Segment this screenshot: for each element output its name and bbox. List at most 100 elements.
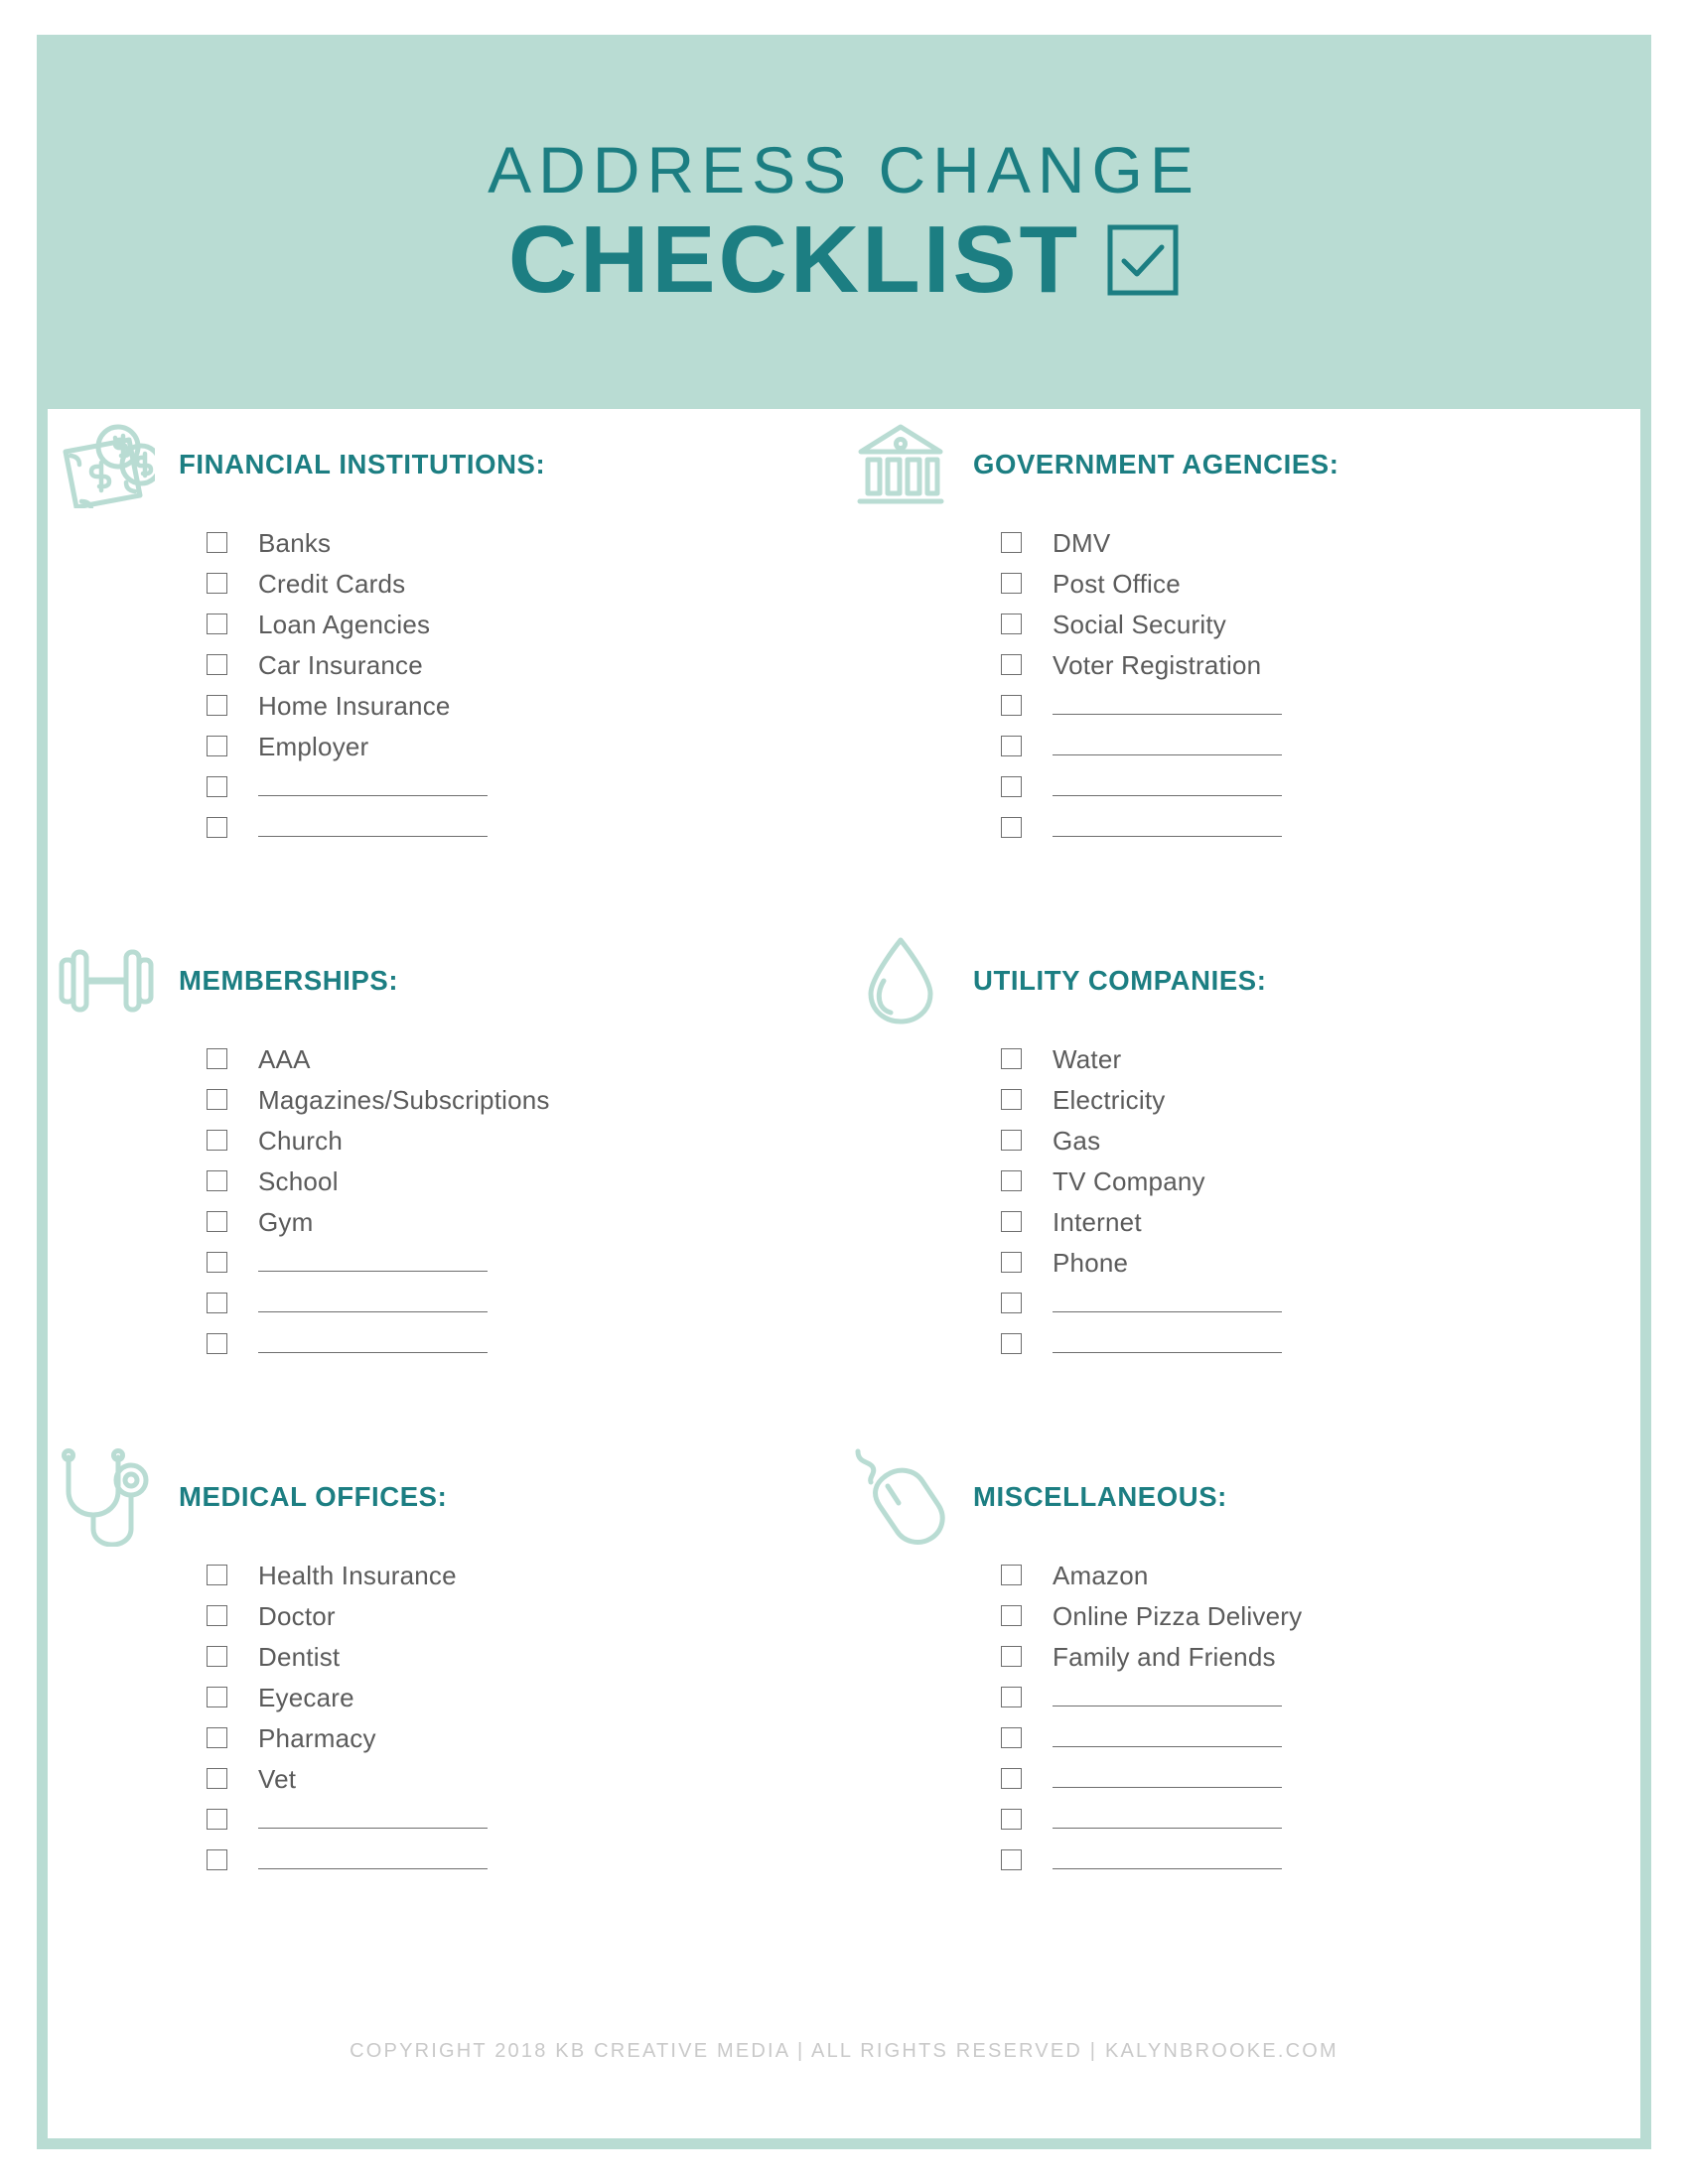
list-item-blank[interactable] <box>1001 685 1636 726</box>
write-in-line[interactable] <box>1053 1770 1282 1788</box>
write-in-line[interactable] <box>258 1295 488 1312</box>
list-item-blank[interactable] <box>1001 1677 1636 1717</box>
list-item[interactable]: Employer <box>207 726 842 766</box>
write-in-line[interactable] <box>1053 1729 1282 1747</box>
checkbox[interactable] <box>1001 1089 1022 1110</box>
list-item[interactable]: Banks <box>207 522 842 563</box>
list-item-blank[interactable] <box>207 1840 842 1880</box>
checkbox[interactable] <box>207 532 227 553</box>
list-item[interactable]: Gas <box>1001 1120 1636 1160</box>
list-item-blank[interactable] <box>1001 1283 1636 1323</box>
list-item[interactable]: Phone <box>1001 1242 1636 1283</box>
checkbox[interactable] <box>1001 532 1022 553</box>
list-item-blank[interactable] <box>207 1799 842 1840</box>
list-item[interactable]: Credit Cards <box>207 563 842 604</box>
list-item-blank[interactable] <box>1001 1840 1636 1880</box>
list-item[interactable]: Church <box>207 1120 842 1160</box>
write-in-line[interactable] <box>1053 1851 1282 1869</box>
checkbox[interactable] <box>207 817 227 838</box>
checkbox[interactable] <box>207 1333 227 1354</box>
checkbox[interactable] <box>207 1170 227 1191</box>
checkbox[interactable] <box>1001 736 1022 756</box>
write-in-line[interactable] <box>258 1254 488 1272</box>
write-in-line[interactable] <box>1053 1335 1282 1353</box>
checkbox[interactable] <box>207 1768 227 1789</box>
checkbox[interactable] <box>207 1293 227 1313</box>
list-item[interactable]: Family and Friends <box>1001 1636 1636 1677</box>
checkbox[interactable] <box>207 1130 227 1151</box>
list-item-blank[interactable] <box>207 807 842 848</box>
checkbox[interactable] <box>207 1048 227 1069</box>
checkbox[interactable] <box>1001 654 1022 675</box>
write-in-line[interactable] <box>1053 738 1282 755</box>
list-item-blank[interactable] <box>1001 1717 1636 1758</box>
list-item[interactable]: Eyecare <box>207 1677 842 1717</box>
checkbox[interactable] <box>207 614 227 634</box>
list-item[interactable]: Electricity <box>1001 1079 1636 1120</box>
checkbox[interactable] <box>1001 1252 1022 1273</box>
checkbox[interactable] <box>1001 1211 1022 1232</box>
checkbox[interactable] <box>1001 1333 1022 1354</box>
list-item[interactable]: Internet <box>1001 1201 1636 1242</box>
list-item[interactable]: Car Insurance <box>207 644 842 685</box>
checkbox[interactable] <box>1001 573 1022 594</box>
write-in-line[interactable] <box>1053 1811 1282 1829</box>
checkbox[interactable] <box>1001 1565 1022 1585</box>
list-item[interactable]: School <box>207 1160 842 1201</box>
checkbox[interactable] <box>207 736 227 756</box>
checkbox[interactable] <box>207 1605 227 1626</box>
checkbox[interactable] <box>1001 1130 1022 1151</box>
checkbox[interactable] <box>207 695 227 716</box>
write-in-line[interactable] <box>1053 697 1282 715</box>
checkbox[interactable] <box>1001 1849 1022 1870</box>
list-item[interactable]: Home Insurance <box>207 685 842 726</box>
write-in-line[interactable] <box>258 1851 488 1869</box>
list-item[interactable]: Vet <box>207 1758 842 1799</box>
checkbox[interactable] <box>1001 1170 1022 1191</box>
list-item-blank[interactable] <box>207 1242 842 1283</box>
checkbox[interactable] <box>1001 776 1022 797</box>
write-in-line[interactable] <box>1053 819 1282 837</box>
checkbox[interactable] <box>1001 614 1022 634</box>
list-item[interactable]: Online Pizza Delivery <box>1001 1595 1636 1636</box>
checkbox[interactable] <box>207 1687 227 1707</box>
checkbox[interactable] <box>207 573 227 594</box>
checkbox[interactable] <box>207 776 227 797</box>
write-in-line[interactable] <box>258 778 488 796</box>
list-item[interactable]: AAA <box>207 1038 842 1079</box>
list-item[interactable]: Water <box>1001 1038 1636 1079</box>
list-item-blank[interactable] <box>1001 1323 1636 1364</box>
list-item[interactable]: Loan Agencies <box>207 604 842 644</box>
checkbox[interactable] <box>207 1849 227 1870</box>
checkbox[interactable] <box>1001 1293 1022 1313</box>
checkbox[interactable] <box>1001 1809 1022 1830</box>
write-in-line[interactable] <box>1053 1689 1282 1706</box>
list-item[interactable]: Health Insurance <box>207 1555 842 1595</box>
write-in-line[interactable] <box>258 1335 488 1353</box>
write-in-line[interactable] <box>1053 1295 1282 1312</box>
list-item[interactable]: Gym <box>207 1201 842 1242</box>
checkbox[interactable] <box>1001 1605 1022 1626</box>
checkbox[interactable] <box>207 1565 227 1585</box>
checkbox[interactable] <box>1001 695 1022 716</box>
checkbox[interactable] <box>207 1211 227 1232</box>
list-item[interactable]: Social Security <box>1001 604 1636 644</box>
checkbox[interactable] <box>207 1727 227 1748</box>
write-in-line[interactable] <box>258 1811 488 1829</box>
list-item[interactable]: Pharmacy <box>207 1717 842 1758</box>
list-item-blank[interactable] <box>1001 726 1636 766</box>
checkbox[interactable] <box>1001 1646 1022 1667</box>
checkbox[interactable] <box>207 654 227 675</box>
list-item-blank[interactable] <box>207 1323 842 1364</box>
checkbox[interactable] <box>1001 1727 1022 1748</box>
list-item[interactable]: Post Office <box>1001 563 1636 604</box>
checkbox[interactable] <box>207 1252 227 1273</box>
list-item[interactable]: Amazon <box>1001 1555 1636 1595</box>
list-item[interactable]: TV Company <box>1001 1160 1636 1201</box>
checkbox[interactable] <box>1001 1687 1022 1707</box>
write-in-line[interactable] <box>258 819 488 837</box>
list-item-blank[interactable] <box>1001 1799 1636 1840</box>
checkbox[interactable] <box>207 1809 227 1830</box>
write-in-line[interactable] <box>1053 778 1282 796</box>
list-item-blank[interactable] <box>1001 766 1636 807</box>
